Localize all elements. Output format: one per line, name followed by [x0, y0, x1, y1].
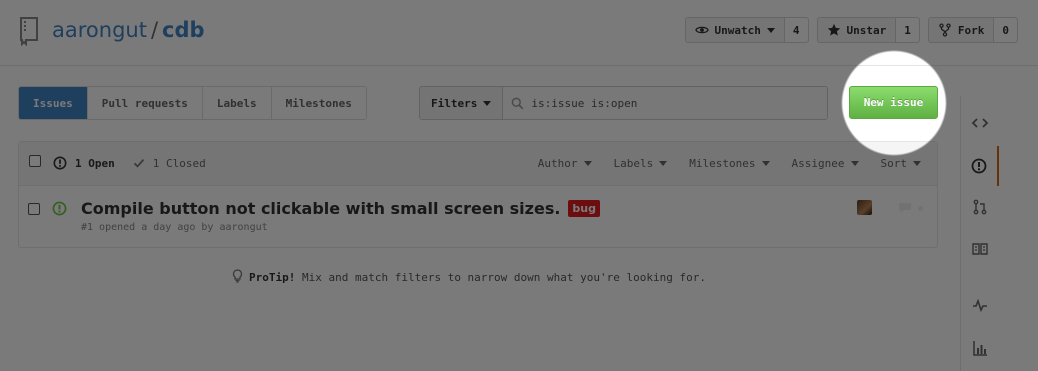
- comment-indicator: [918, 206, 923, 211]
- issue-icon: [971, 158, 987, 174]
- chevron-down-icon: [913, 161, 921, 166]
- milestones-filter[interactable]: Milestones: [689, 157, 770, 170]
- star-button-group: Unstar 1: [816, 17, 920, 43]
- fork-label: Fork: [957, 23, 985, 37]
- repo-icon: [20, 17, 38, 46]
- chevron-down-icon: [483, 100, 492, 106]
- closed-issues-link[interactable]: 1 Closed: [133, 157, 206, 170]
- protip-text: Mix and match filters to narrow down wha…: [295, 271, 706, 284]
- watch-button-group: Unwatch 4: [684, 17, 809, 43]
- search-query: is:issue is:open: [531, 96, 638, 110]
- repo-name-link[interactable]: cdb: [162, 18, 205, 42]
- tab-issues[interactable]: Issues: [19, 87, 87, 119]
- labels-filter-label: Labels: [613, 157, 654, 170]
- nav-wiki[interactable]: [961, 229, 999, 269]
- forks-count[interactable]: 0: [994, 18, 1017, 42]
- issues-subnav: Issues Pull requests Labels Milestones: [18, 86, 367, 120]
- wiki-icon: [972, 243, 988, 255]
- tab-milestones[interactable]: Milestones: [270, 87, 366, 119]
- assignee-filter[interactable]: Assignee: [792, 157, 859, 170]
- tab-labels[interactable]: Labels: [201, 87, 271, 119]
- pull-request-icon: [973, 199, 987, 215]
- nav-pulse[interactable]: [961, 285, 999, 325]
- chevron-down-icon: [659, 161, 668, 166]
- repo-actions: Unwatch 4 Unstar 1 Fork 0: [684, 17, 1018, 43]
- new-issue-button[interactable]: New issue: [849, 86, 938, 119]
- search-input[interactable]: is:issue is:open: [503, 87, 827, 119]
- stargazers-count[interactable]: 1: [896, 18, 919, 42]
- chevron-down-icon: [761, 161, 770, 166]
- tab-pull-requests[interactable]: Pull requests: [86, 87, 202, 119]
- nav-code[interactable]: [961, 103, 999, 143]
- protip-prefix: ProTip!: [249, 271, 296, 284]
- labels-filter[interactable]: Labels: [614, 157, 668, 170]
- code-icon: [972, 118, 988, 128]
- issue-opened-icon: [53, 156, 67, 170]
- milestones-filter-label: Milestones: [689, 157, 756, 170]
- issue-title-link[interactable]: Compile button not clickable with small …: [81, 199, 560, 218]
- comment-icon: [899, 203, 911, 213]
- protip: ProTip! Mix and match filters to narrow …: [0, 269, 938, 284]
- fork-button-group: Fork 0: [927, 17, 1018, 43]
- filters-label: Filters: [431, 96, 478, 110]
- issue-opened-icon: [52, 201, 67, 216]
- issue-meta: #1 opened a day ago by aarongut: [81, 222, 268, 233]
- chevron-down-icon: [766, 27, 775, 33]
- issues-table-header: 1 Open 1 Closed Author Labels Milestones…: [19, 142, 937, 186]
- nav-pull-requests[interactable]: [961, 187, 999, 227]
- unstar-button[interactable]: Unstar: [818, 18, 897, 42]
- open-issues-link[interactable]: 1 Open: [53, 156, 115, 170]
- open-count: 1 Open: [75, 156, 115, 170]
- author-filter-label: Author: [537, 157, 578, 170]
- sort-filters: Author Labels Milestones Assignee Sort: [538, 157, 921, 170]
- star-icon: [827, 23, 840, 36]
- repo-separator: /: [150, 18, 159, 42]
- sort-dropdown[interactable]: Sort: [880, 157, 921, 170]
- search-icon: [512, 97, 524, 109]
- assignee-filter-label: Assignee: [791, 157, 845, 170]
- unwatch-button[interactable]: Unwatch: [686, 18, 785, 42]
- sort-label: Sort: [880, 157, 908, 170]
- repo-title: aarongut / cdb: [52, 18, 205, 42]
- nav-issues[interactable]: [961, 146, 999, 186]
- author-filter[interactable]: Author: [538, 157, 592, 170]
- check-icon: [133, 159, 144, 168]
- chevron-down-icon: [583, 161, 592, 166]
- label-bug[interactable]: bug: [568, 200, 601, 217]
- closed-count: 1 Closed: [152, 156, 206, 170]
- unstar-label: Unstar: [846, 23, 887, 37]
- eye-icon: [694, 26, 709, 34]
- repo-sidebar-nav: [960, 96, 999, 371]
- pulse-icon: [973, 298, 987, 313]
- repo-header: aarongut / cdb Unwatch 4 Unstar 1 Fork 0: [0, 0, 1038, 66]
- fork-icon: [939, 23, 951, 37]
- filters-dropdown-button[interactable]: Filters: [420, 87, 504, 119]
- filter-bar: Filters is:issue is:open: [419, 86, 828, 120]
- select-all-checkbox[interactable]: [29, 155, 41, 167]
- light-bulb-icon: [232, 269, 243, 283]
- graph-icon: [973, 341, 987, 356]
- nav-graphs[interactable]: [961, 328, 999, 368]
- watchers-count[interactable]: 4: [784, 18, 808, 42]
- fork-button[interactable]: Fork: [929, 18, 995, 42]
- issue-row: Compile button not clickable with small …: [81, 199, 601, 218]
- state-toggles: 1 Open 1 Closed: [53, 156, 206, 170]
- repo-owner-link[interactable]: aarongut: [52, 18, 147, 42]
- issue-checkbox[interactable]: [28, 203, 40, 215]
- unwatch-label: Unwatch: [714, 23, 761, 37]
- chevron-down-icon: [850, 161, 859, 166]
- avatar[interactable]: [857, 200, 872, 215]
